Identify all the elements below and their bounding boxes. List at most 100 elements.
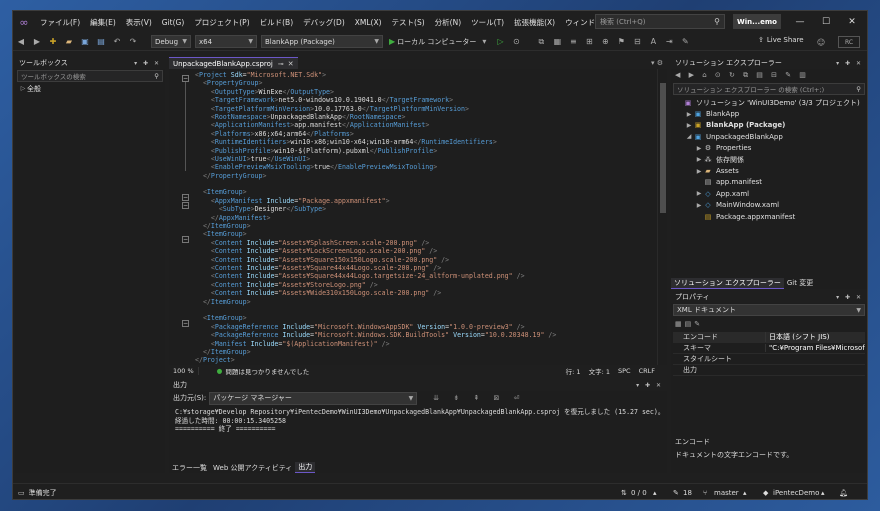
back-icon[interactable]: ◀ (14, 35, 28, 49)
tab-list-icon[interactable]: ▾ ⚙ (651, 57, 663, 69)
find-icon[interactable]: ⊕ (598, 35, 612, 49)
layout-icon[interactable]: ▦ (550, 35, 564, 49)
properties-object-select[interactable]: XML ドキュメント ▼ (673, 304, 865, 316)
branch-icon[interactable]: ⑂ (703, 489, 707, 497)
toolbox-group[interactable]: ▷ 全般 (15, 83, 165, 94)
tree-item[interactable]: ▣ ソリューション 'WinUI3Demo' (3/3 プロジェクト) (671, 97, 867, 108)
menu-item[interactable]: 表示(V) (121, 17, 157, 28)
comment-icon[interactable]: ≡ (566, 35, 580, 49)
tree-item[interactable]: ▤ Package.appxmanifest (671, 211, 867, 222)
close-tab-icon[interactable]: ✕ (288, 60, 294, 68)
new-project-icon[interactable]: ✚ (46, 35, 60, 49)
tree-item[interactable]: ▶ ▣ BlankApp (671, 108, 867, 119)
pin-icon[interactable]: ⊸ (278, 60, 284, 68)
solution-search-input[interactable]: ソリューション エクスプローラー の検索 (Ctrl+;) ⚲ (673, 83, 865, 95)
fold-toggle-icon[interactable]: − (182, 194, 189, 201)
solution-tab[interactable]: Git 変更 (784, 278, 816, 289)
toolbar-misc-icon[interactable]: ⊙ (509, 35, 523, 49)
branch-name[interactable]: master (714, 489, 739, 497)
feedback-icon[interactable]: ☺ (814, 35, 828, 49)
property-value[interactable]: "C:¥Program Files¥Microsoft V (765, 344, 865, 352)
bottom-tab[interactable]: エラー一覧 (169, 462, 210, 473)
expand-icon[interactable]: ▶ (685, 122, 693, 129)
notification-icon[interactable]: 🔔︎ (839, 489, 848, 497)
output-toolbar-icons[interactable]: ⇊ ⇟ ⇞ ⊠ ⏎ (433, 394, 525, 402)
repo-name[interactable]: iPentecDemo (773, 489, 819, 497)
menu-item[interactable]: 編集(E) (85, 17, 121, 28)
start-without-debug-icon[interactable]: ▷ (493, 35, 507, 49)
tools-icon[interactable]: ✎ (678, 35, 692, 49)
expand-icon[interactable]: ▶ (695, 190, 703, 197)
tree-item[interactable]: ▶ ▣ BlankApp (Package) (671, 120, 867, 131)
output-source-select[interactable]: パッケージ マネージャー ▼ (209, 391, 418, 405)
alphabetical-icon[interactable]: ▤ (685, 320, 695, 328)
updown-icon[interactable]: ⇅ (621, 489, 627, 497)
expand-icon[interactable]: ▶ (685, 111, 693, 118)
zoom-level[interactable]: 100 % (169, 367, 199, 375)
menu-item[interactable]: プロジェクト(P) (189, 17, 254, 28)
properties-toolbar[interactable]: ▦ ▤ ✎ (671, 317, 867, 330)
tree-item[interactable]: ▶ ▰ Assets (671, 165, 867, 176)
tree-item[interactable]: ◢ ▣ UnpackagedBlankApp (671, 131, 867, 142)
expand-icon[interactable]: ◢ (685, 133, 693, 140)
undo-icon[interactable]: ↶ (110, 35, 124, 49)
property-row[interactable]: スタイルシート (673, 354, 865, 365)
format-icon[interactable]: ⊞ (582, 35, 596, 49)
pin-icon[interactable]: ▾ ✚ ✕ (134, 60, 161, 67)
indent-icon[interactable]: ⇥ (662, 35, 676, 49)
tree-item[interactable]: ▶ ◇ MainWindow.xaml (671, 200, 867, 211)
editor-tab[interactable]: UnpackagedBlankApp.csproj ⊸ ✕ (169, 57, 298, 69)
property-row[interactable]: エンコード 日本語 (シフト JIS) (673, 332, 865, 343)
toolbox-search-input[interactable]: ツールボックスの検索 ⚲ (17, 70, 163, 82)
tree-item[interactable]: ▶ ⚙ Properties (671, 143, 867, 154)
property-row[interactable]: スキーマ "C:¥Program Files¥Microsoft V (673, 343, 865, 354)
pin-icon[interactable]: ▾ ✚ ✕ (836, 294, 863, 301)
tree-item[interactable]: ▤ app.manifest (671, 177, 867, 188)
menu-item[interactable]: テスト(S) (387, 17, 430, 28)
pin-icon[interactable]: ▾ ✚ ✕ (836, 60, 863, 67)
chevron-down-icon[interactable]: ▾ (477, 35, 491, 49)
pencil-icon[interactable]: ✎ (673, 489, 679, 497)
startup-project-select[interactable]: BlankApp (Package) ▼ (261, 35, 383, 48)
window-title-button[interactable]: Win...emo (733, 14, 781, 29)
editor-vertical-scrollbar[interactable] (657, 69, 667, 365)
chevron-up-icon[interactable]: ▴ (653, 489, 657, 497)
menu-item[interactable]: ファイル(F) (35, 17, 85, 28)
expand-icon[interactable]: ▶ (695, 202, 703, 209)
repo-icon[interactable]: ◆ (763, 489, 768, 497)
code-editor[interactable]: − − − − − <Project Sdk="Microsoft.NET.Sd… (169, 69, 657, 365)
fold-toggle-icon[interactable]: − (182, 202, 189, 209)
tree-item[interactable]: ▶ ◇ App.xaml (671, 188, 867, 199)
menu-item[interactable]: ビルド(B) (255, 17, 299, 28)
outline-icon[interactable]: ⊟ (630, 35, 644, 49)
solution-tab[interactable]: ソリューション エクスプローラー (671, 277, 784, 289)
forward-icon[interactable]: ▶ (30, 35, 44, 49)
property-row[interactable]: 出力 (673, 365, 865, 376)
menu-item[interactable]: 分析(N) (430, 17, 466, 28)
save-icon[interactable]: ▣ (78, 35, 92, 49)
bottom-tab[interactable]: 出力 (295, 462, 316, 473)
property-value[interactable]: 日本語 (シフト JIS) (765, 332, 865, 342)
scrollbar-thumb[interactable] (660, 83, 666, 213)
chevron-up-icon[interactable]: ▴ (821, 489, 825, 497)
maximize-icon[interactable]: ☐ (815, 14, 837, 29)
configuration-select[interactable]: Debug ▼ (151, 35, 191, 48)
bookmark-icon[interactable]: ⚑ (614, 35, 628, 49)
search-box[interactable]: 検索 (Ctrl+Q) ⚲ (595, 14, 725, 29)
expand-icon[interactable]: ▶ (695, 156, 703, 163)
expand-icon[interactable]: ▶ (695, 168, 703, 175)
issues-label[interactable]: 問題は見つかりませんでした (225, 366, 309, 376)
solution-explorer-toolbar[interactable]: ◀ ▶ ⌂ ⊙ ↻ ⧉ ▤ ⊟ ✎ ▥ (671, 69, 867, 82)
redo-icon[interactable]: ↷ (126, 35, 140, 49)
menu-item[interactable]: デバッグ(D) (298, 17, 350, 28)
menu-item[interactable]: XML(X) (350, 18, 387, 27)
live-share-button[interactable]: ⇪ Live Share (758, 36, 804, 44)
fold-toggle-icon[interactable]: − (182, 236, 189, 243)
pin-icon[interactable]: ▾ ✚ ✕ (636, 382, 663, 389)
property-pages-icon[interactable]: ✎ (694, 320, 703, 328)
close-icon[interactable]: ✕ (841, 14, 863, 29)
expand-icon[interactable]: ▶ (695, 145, 703, 152)
platform-select[interactable]: x64 ▼ (195, 35, 257, 48)
save-all-icon[interactable]: ▤ (94, 35, 108, 49)
chevron-up-icon[interactable]: ▴ (743, 489, 747, 497)
